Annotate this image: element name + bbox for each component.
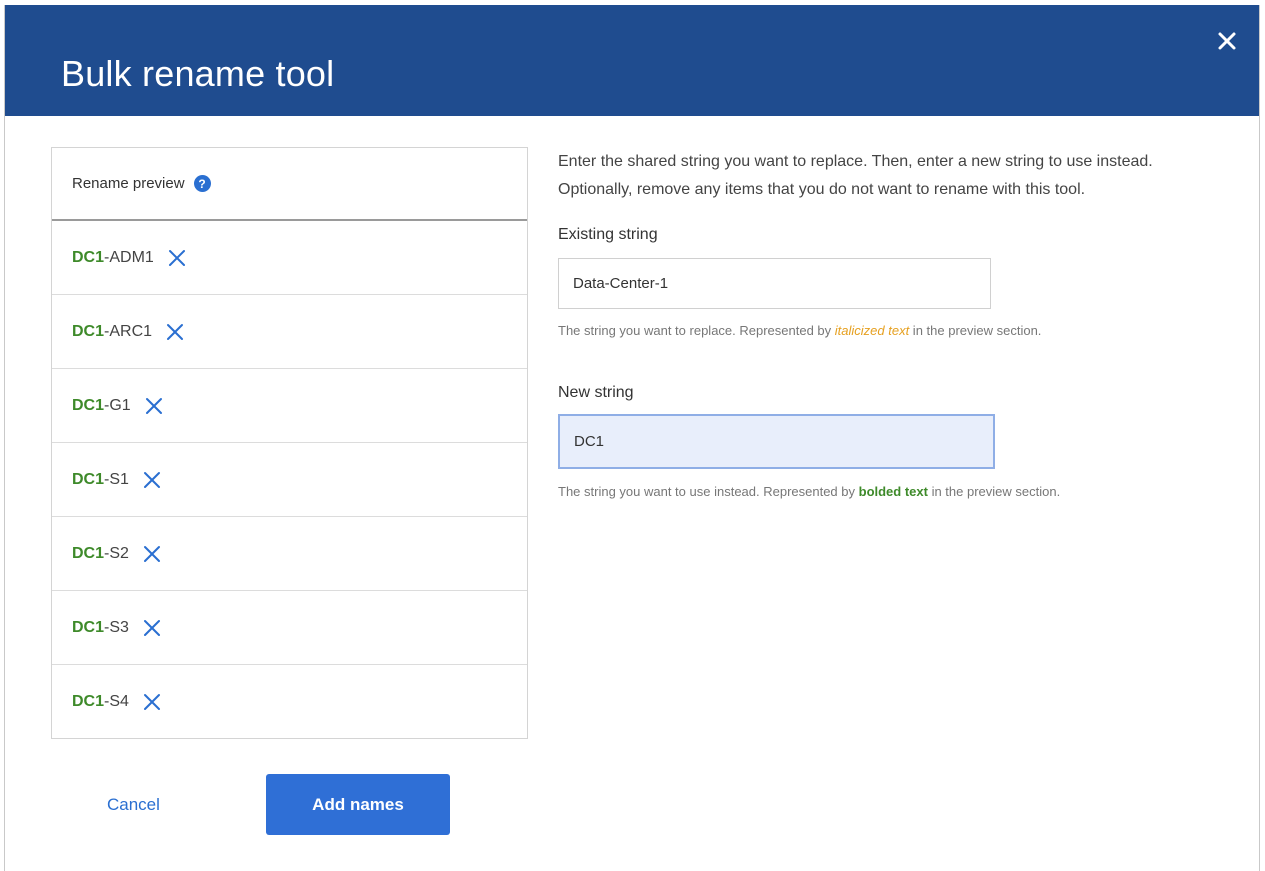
add-names-button[interactable]: Add names [266,774,450,835]
preview-item-rest: -ARC1 [104,322,153,340]
preview-item: DC1 -S4 [52,665,527,739]
preview-item-new-part: DC1 [72,322,105,340]
existing-string-hint: The string you want to replace. Represen… [558,323,1218,338]
preview-item-rest: -G1 [104,396,131,414]
remove-item-icon[interactable] [144,396,164,416]
remove-item-icon[interactable] [167,248,187,268]
remove-item-icon[interactable] [142,470,162,490]
cancel-button[interactable]: Cancel [107,795,160,815]
rename-preview-title: Rename preview [72,175,185,192]
close-icon[interactable] [1213,27,1241,55]
preview-item-new-part: DC1 [72,544,105,562]
preview-item-rest: -ADM1 [104,248,154,266]
rename-preview-header: Rename preview ? [52,148,527,221]
dialog-header: Bulk rename tool [5,5,1259,116]
new-string-hint: The string you want to use instead. Repr… [558,484,1218,499]
preview-item-new-part: DC1 [72,248,105,266]
new-string-input[interactable] [558,414,995,469]
new-hint-text: The string you want to use instead. Repr… [558,484,859,499]
bulk-rename-dialog: Bulk rename tool Rename preview ? DC1 -AD… [4,5,1260,871]
preview-item-new-part: DC1 [72,396,105,414]
preview-item-new-part: DC1 [72,470,105,488]
remove-item-icon[interactable] [165,322,185,342]
remove-item-icon[interactable] [142,692,162,712]
existing-string-label: Existing string [558,226,658,243]
preview-item-new-part: DC1 [72,693,105,710]
preview-item: DC1 -ADM1 [52,221,527,295]
new-hint-emphasis: bolded text [858,484,928,499]
existing-string-input[interactable] [558,258,991,309]
remove-item-icon[interactable] [142,544,162,564]
preview-item-rest: -S3 [104,618,129,636]
new-hint-suffix: in the preview section. [927,484,1061,499]
preview-item: DC1 -G1 [52,369,527,443]
rename-preview-panel: Rename preview ? DC1 -ADM1 DC1 -ARC1 DC1 -G1 D… [51,147,528,739]
existing-hint-text: The string you want to replace. Represen… [558,323,835,338]
preview-item-rest: -S4 [104,693,129,710]
remove-item-icon[interactable] [142,618,162,638]
rename-form: Enter the shared string you want to repl… [558,148,1218,499]
existing-hint-suffix: in the preview section. [909,323,1042,338]
help-icon[interactable]: ? [193,175,211,192]
dialog-title: Bulk rename tool [61,53,335,94]
preview-item: DC1 -S2 [52,517,527,591]
new-string-label: New string [558,384,634,401]
preview-item: DC1 -S3 [52,591,527,665]
preview-item-rest: -S1 [104,470,129,488]
instructions-text: Enter the shared string you want to repl… [558,153,1153,198]
preview-item: DC1 -S1 [52,443,527,517]
preview-item: DC1 -ARC1 [52,295,527,369]
preview-item-new-part: DC1 [72,618,105,636]
existing-hint-emphasis: italicized text [834,323,910,338]
preview-item-rest: -S2 [104,544,129,562]
